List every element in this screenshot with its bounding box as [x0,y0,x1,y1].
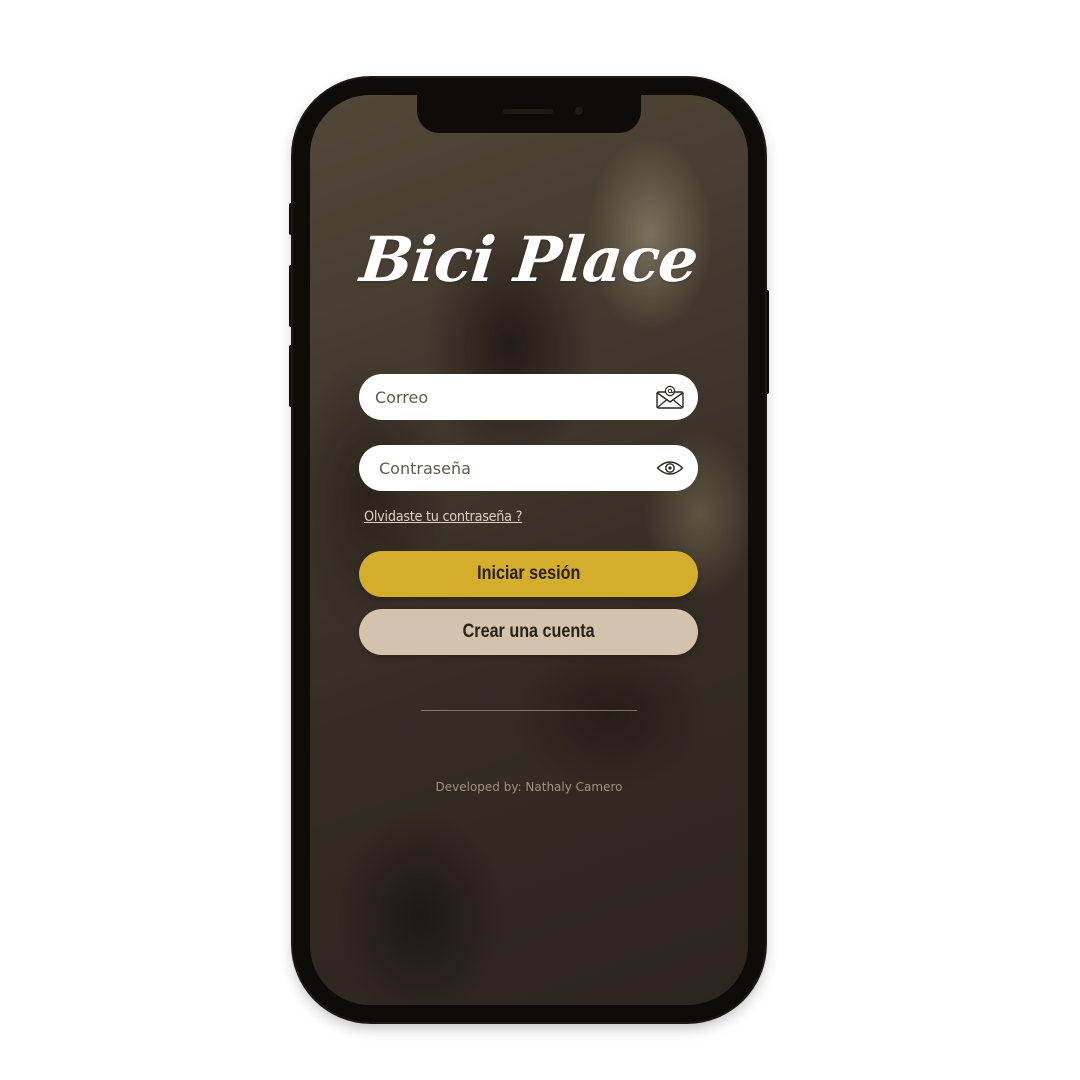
footer-divider [421,710,637,711]
password-input[interactable] [379,458,629,478]
login-screen: Bici Place Correo Olvidaste tu contraseñ… [310,95,748,1005]
stage: Bici Place Correo Olvidaste tu contraseñ… [0,0,1080,1080]
eye-icon[interactable] [656,459,684,477]
create-account-button-label: Crear una cuenta [462,621,595,642]
email-field[interactable] [359,374,698,420]
email-input[interactable] [375,387,625,407]
create-account-button[interactable]: Crear una cuenta [359,609,698,655]
password-field[interactable] [359,445,698,491]
phone-screen: Bici Place Correo Olvidaste tu contraseñ… [310,95,748,1005]
app-logo: Bici Place [356,223,702,296]
phone-notch [417,95,641,133]
login-button[interactable]: Iniciar sesión [359,551,698,597]
developer-credit: Developed by: Nathaly Camero [435,780,623,794]
forgot-password-link[interactable]: Olvidaste tu contraseña ? [364,509,522,525]
speaker-grille [503,109,553,114]
front-camera [575,107,583,115]
envelope-at-icon [656,385,684,409]
login-button-label: Iniciar sesión [476,563,581,584]
